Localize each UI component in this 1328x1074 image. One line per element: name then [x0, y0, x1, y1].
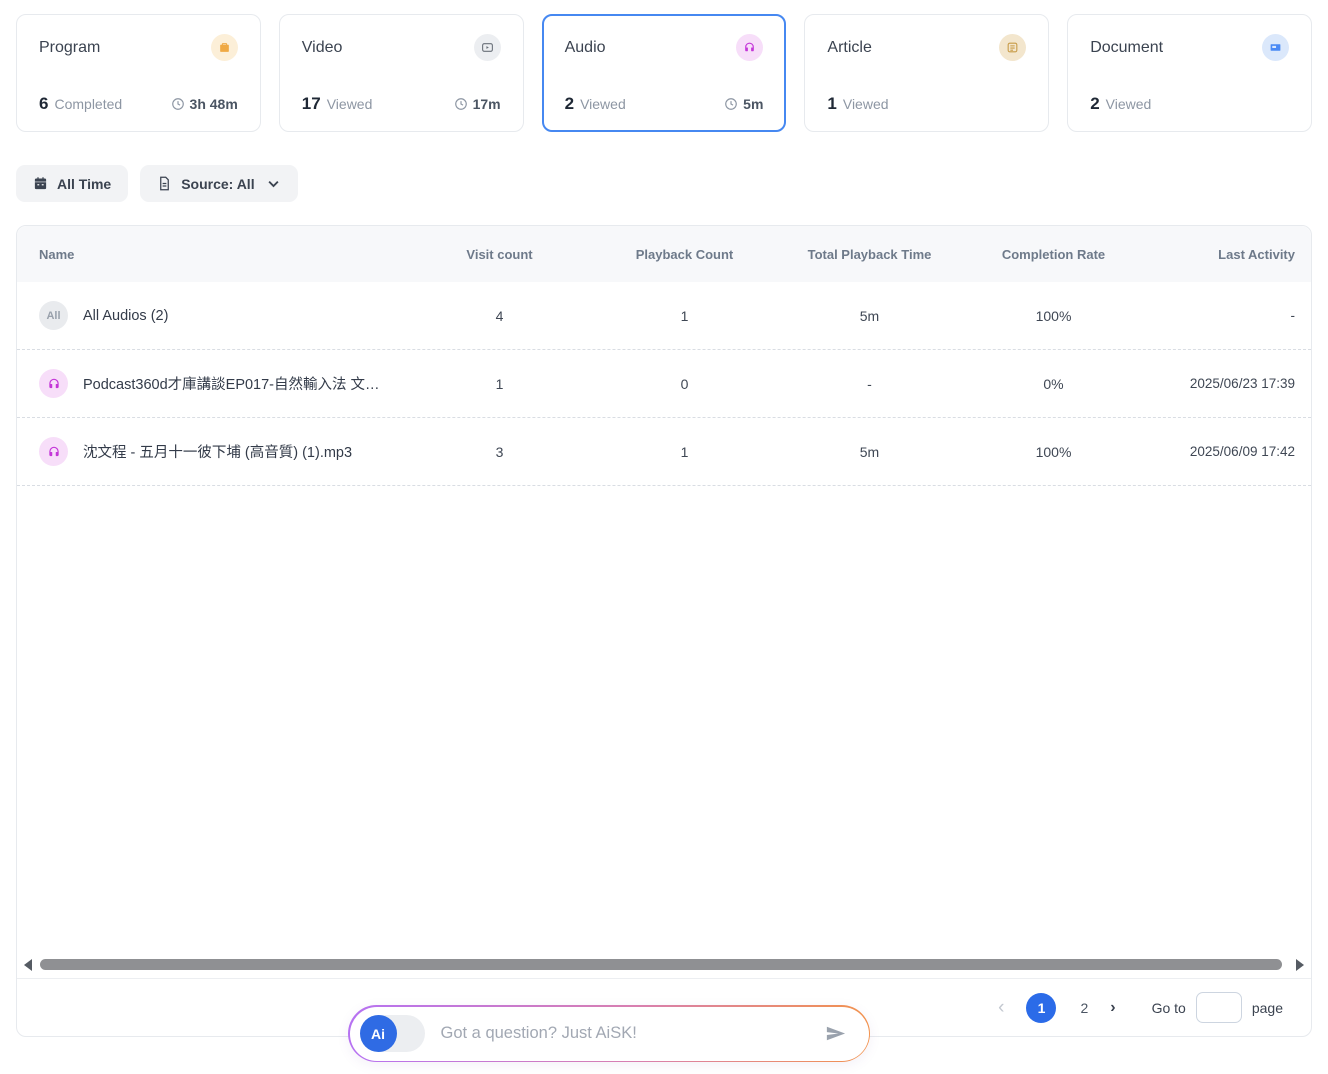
scrollbar-thumb[interactable] — [40, 959, 1282, 970]
visit-count-cell: 3 — [407, 444, 592, 460]
column-header-name: Name — [17, 247, 407, 262]
card-audio[interactable]: Audio 2Viewed 5m — [542, 14, 787, 132]
card-time: 3h 48m — [171, 96, 238, 112]
last-activity-cell: 2025/06/23 17:39 — [1145, 376, 1311, 391]
clock-icon — [454, 97, 468, 111]
total-playback-time-cell: 5m — [777, 444, 962, 460]
usage-table: Name Visit count Playback Count Total Pl… — [16, 225, 1312, 1037]
card-time: 17m — [454, 96, 501, 112]
pagination-next-button[interactable]: › — [1100, 999, 1125, 1017]
completion-rate-cell: 0% — [962, 376, 1145, 392]
column-header-last-activity: Last Activity — [1145, 247, 1311, 262]
pagination-page-1-button[interactable]: 1 — [1026, 993, 1056, 1023]
headphones-icon — [39, 369, 68, 398]
source-filter-button[interactable]: Source: All — [140, 165, 297, 202]
aisk-question-input[interactable] — [441, 1024, 808, 1043]
ai-badge: Ai — [360, 1015, 397, 1052]
column-header-completion-rate: Completion Rate — [962, 247, 1145, 262]
visit-count-cell: 1 — [407, 376, 592, 392]
usage-dashboard: Program 6Completed 3h 48m Video — [0, 0, 1328, 1074]
playback-count-cell: 1 — [592, 308, 777, 324]
playback-count-cell: 0 — [592, 376, 777, 392]
pagination-page-2-button[interactable]: 2 — [1068, 1000, 1100, 1016]
last-activity-cell: - — [1145, 308, 1311, 323]
card-stat: 2Viewed — [1090, 94, 1151, 114]
page-label: page — [1252, 1000, 1283, 1016]
completion-rate-cell: 100% — [962, 444, 1145, 460]
playback-count-cell: 1 — [592, 444, 777, 460]
row-name: 沈文程 - 五月十一彼下埔 (高音質) (1).mp3 — [83, 441, 352, 462]
calendar-icon — [33, 176, 48, 191]
scroll-right-arrow-icon[interactable] — [1296, 959, 1304, 971]
card-title: Audio — [565, 39, 606, 57]
card-stat: 6Completed — [39, 94, 122, 114]
card-video[interactable]: Video 17Viewed 17m — [279, 14, 524, 132]
filter-bar: All Time Source: All — [16, 165, 298, 202]
card-title: Document — [1090, 39, 1163, 57]
visit-count-cell: 4 — [407, 308, 592, 324]
ai-toggle[interactable]: Ai — [360, 1015, 425, 1052]
send-icon — [824, 1022, 847, 1045]
card-stat: 1Viewed — [827, 94, 888, 114]
card-time: 5m — [724, 96, 763, 112]
goto-label: Go to — [1152, 1000, 1186, 1016]
card-title: Video — [302, 39, 343, 57]
aisk-bar: Ai — [348, 1005, 870, 1062]
table-row[interactable]: Podcast360d才庫講談EP017-自然輸入法 文… 1 0 - 0% 2… — [17, 350, 1311, 418]
scrollbar-track[interactable] — [36, 959, 1292, 970]
headphones-icon — [39, 437, 68, 466]
total-playback-time-cell: - — [777, 376, 962, 392]
row-name: Podcast360d才庫講談EP017-自然輸入法 文… — [83, 373, 380, 394]
total-playback-time-cell: 5m — [777, 308, 962, 324]
completion-rate-cell: 100% — [962, 308, 1145, 324]
program-icon — [211, 34, 238, 61]
card-title: Article — [827, 39, 871, 57]
table-row[interactable]: All All Audios (2) 4 1 5m 100% - — [17, 282, 1311, 350]
table-empty-area — [17, 486, 1311, 951]
column-header-visit-count: Visit count — [407, 247, 592, 262]
clock-icon — [171, 97, 185, 111]
card-document[interactable]: Document 2Viewed — [1067, 14, 1312, 132]
table-row[interactable]: 沈文程 - 五月十一彼下埔 (高音質) (1).mp3 3 1 5m 100% … — [17, 418, 1311, 486]
video-icon — [474, 34, 501, 61]
table-header: Name Visit count Playback Count Total Pl… — [17, 226, 1311, 282]
column-header-playback-count: Playback Count — [592, 247, 777, 262]
card-stat: 17Viewed — [302, 94, 373, 114]
card-article[interactable]: Article 1Viewed — [804, 14, 1049, 132]
article-icon — [999, 34, 1026, 61]
row-name: All Audios (2) — [83, 308, 168, 324]
horizontal-scrollbar — [17, 951, 1311, 978]
column-header-total-playback-time: Total Playback Time — [777, 247, 962, 262]
last-activity-cell: 2025/06/09 17:42 — [1145, 444, 1311, 459]
send-button[interactable] — [824, 1022, 847, 1045]
file-icon — [157, 176, 172, 191]
chevron-down-icon — [266, 176, 281, 191]
all-badge: All — [39, 301, 68, 330]
headphones-icon — [736, 34, 763, 61]
scroll-left-arrow-icon[interactable] — [24, 959, 32, 971]
pagination-prev-button[interactable]: ‹ — [992, 997, 1010, 1019]
clock-icon — [724, 97, 738, 111]
card-program[interactable]: Program 6Completed 3h 48m — [16, 14, 261, 132]
card-title: Program — [39, 39, 100, 57]
card-stat: 2Viewed — [565, 94, 626, 114]
time-filter-button[interactable]: All Time — [16, 165, 128, 202]
category-cards: Program 6Completed 3h 48m Video — [16, 14, 1312, 132]
document-icon — [1262, 34, 1289, 61]
goto-page-input[interactable] — [1196, 992, 1242, 1023]
